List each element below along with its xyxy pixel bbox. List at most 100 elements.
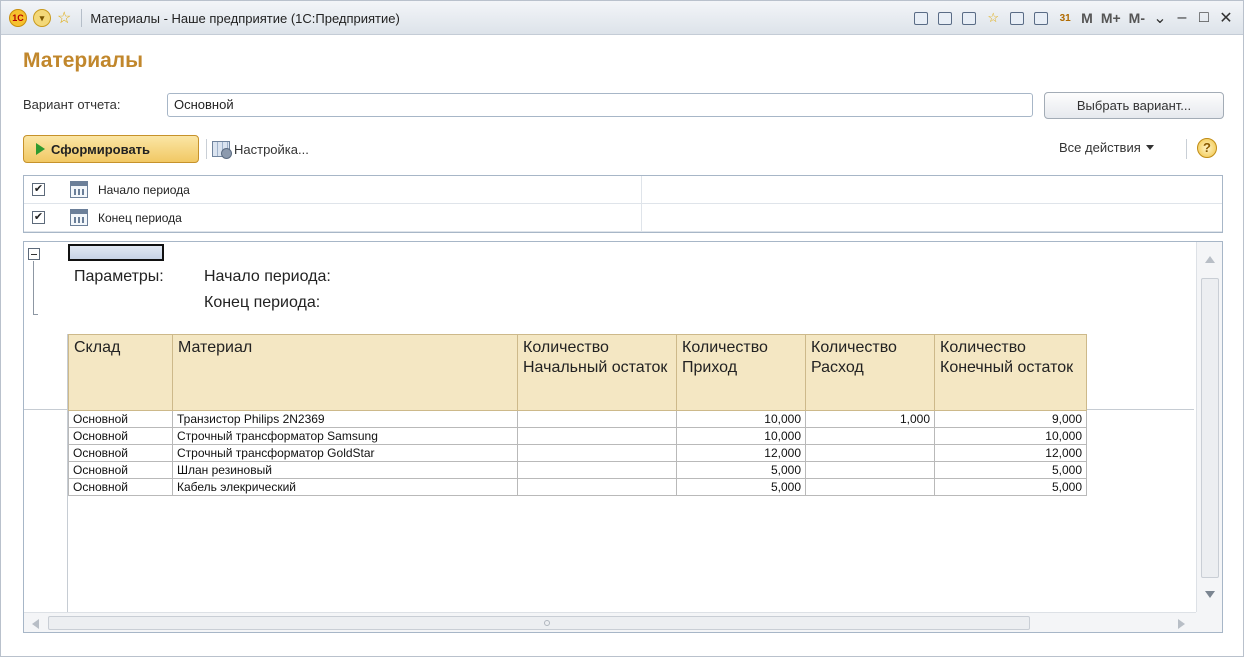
- calculator-icon[interactable]: [1031, 9, 1051, 27]
- column-header: Склад: [68, 334, 173, 411]
- table-cell[interactable]: 12,000: [934, 444, 1087, 462]
- table-cell[interactable]: Строчный трансформатор GoldStar: [172, 444, 518, 462]
- table-row[interactable]: Основной Шлан резиновый 5,000 5,000: [68, 461, 1087, 479]
- main-menu-icon[interactable]: ▾: [33, 9, 51, 27]
- table-cell[interactable]: Основной: [68, 478, 173, 496]
- column-header: Материал: [172, 334, 518, 411]
- group-line-end: [33, 314, 38, 315]
- horizontal-scroll-thumb[interactable]: [48, 616, 1030, 630]
- scroll-corner: [1196, 612, 1222, 632]
- param-label: Начало периода: [98, 183, 190, 197]
- variant-label: Вариант отчета:: [23, 97, 121, 112]
- table-cell[interactable]: Основной: [68, 444, 173, 462]
- param-checkbox[interactable]: ✔: [32, 211, 45, 224]
- settings-button[interactable]: Настройка...: [212, 138, 309, 160]
- close-button[interactable]: ✕: [1215, 8, 1237, 28]
- column-header: Количество Конечный остаток: [934, 334, 1087, 411]
- table-cell[interactable]: [517, 427, 677, 445]
- memory-plus-button[interactable]: M+: [1101, 10, 1121, 26]
- vertical-scrollbar[interactable]: [1196, 242, 1222, 612]
- scroll-right-icon[interactable]: [1178, 619, 1185, 629]
- actions-separator: [1186, 139, 1187, 159]
- report-header-row: Склад Материал Количество Начальный оста…: [68, 334, 1087, 411]
- choose-variant-button[interactable]: Выбрать вариант...: [1044, 92, 1224, 119]
- table-cell[interactable]: [517, 478, 677, 496]
- variant-field[interactable]: Основной: [167, 93, 1033, 117]
- restore-button[interactable]: □: [1193, 9, 1215, 27]
- chevron-down-icon: [1145, 145, 1154, 150]
- table-cell[interactable]: Шлан резиновый: [172, 461, 518, 479]
- help-icon[interactable]: ?: [1197, 138, 1217, 158]
- table-cell[interactable]: 10,000: [676, 427, 806, 445]
- table-cell[interactable]: 5,000: [934, 478, 1087, 496]
- table-cell[interactable]: [805, 478, 935, 496]
- table-row[interactable]: Основной Строчный трансформатор GoldStar…: [68, 444, 1087, 462]
- scroll-grip-icon: [544, 620, 550, 626]
- preview-icon[interactable]: [959, 9, 979, 27]
- print-icon[interactable]: [935, 9, 955, 27]
- all-actions-menu[interactable]: Все действия: [1059, 140, 1154, 155]
- app-window: 1С ▾ ☆ Материалы - Наше предприятие (1С:…: [0, 0, 1244, 657]
- report-param-start: Начало периода:: [204, 268, 331, 285]
- param-checkbox[interactable]: ✔: [32, 183, 45, 196]
- memory-minus-button[interactable]: M-: [1129, 10, 1145, 26]
- table-row[interactable]: Основной Транзистор Philips 2N2369 10,00…: [68, 410, 1087, 428]
- column-header: Количество Расход: [805, 334, 935, 411]
- horizontal-scrollbar[interactable]: [24, 612, 1196, 632]
- table-cell[interactable]: 5,000: [676, 478, 806, 496]
- table-cell[interactable]: [517, 444, 677, 462]
- table-cell[interactable]: 10,000: [934, 427, 1087, 445]
- table-cell[interactable]: 12,000: [676, 444, 806, 462]
- save-icon[interactable]: [911, 9, 931, 27]
- table-row[interactable]: Основной Кабель элекрический 5,000 5,000: [68, 478, 1087, 496]
- param-column-divider: [641, 204, 642, 232]
- table-cell[interactable]: 5,000: [676, 461, 806, 479]
- params-table: ✔ Начало периода ✔ Конец периода: [23, 175, 1223, 233]
- scroll-left-icon[interactable]: [32, 619, 39, 629]
- table-cell[interactable]: Основной: [68, 410, 173, 428]
- table-cell[interactable]: Строчный трансформатор Samsung: [172, 427, 518, 445]
- param-row[interactable]: ✔ Начало периода: [24, 176, 1222, 204]
- table-cell[interactable]: 10,000: [676, 410, 806, 428]
- table-cell[interactable]: [805, 427, 935, 445]
- scroll-down-icon[interactable]: [1205, 591, 1215, 598]
- table-cell[interactable]: [517, 410, 677, 428]
- table-cell[interactable]: 9,000: [934, 410, 1087, 428]
- param-row[interactable]: ✔ Конец периода: [24, 204, 1222, 232]
- table-cell[interactable]: Основной: [68, 427, 173, 445]
- title-bar-left: 1С ▾ ☆ Материалы - Наше предприятие (1С:…: [9, 8, 400, 28]
- report-table: Склад Материал Количество Начальный оста…: [68, 334, 1087, 496]
- table-cell[interactable]: 1,000: [805, 410, 935, 428]
- vertical-scroll-thumb[interactable]: [1201, 278, 1219, 578]
- column-header: Количество Приход: [676, 334, 806, 411]
- table-cell[interactable]: Основной: [68, 461, 173, 479]
- minimize-button[interactable]: –: [1171, 9, 1193, 27]
- add-favorite-icon[interactable]: ☆: [983, 9, 1003, 27]
- all-actions-label: Все действия: [1059, 140, 1141, 155]
- table-cell[interactable]: Кабель элекрический: [172, 478, 518, 496]
- param-label: Конец периода: [98, 211, 182, 225]
- memory-m-button[interactable]: M: [1081, 10, 1093, 26]
- scroll-up-icon[interactable]: [1205, 256, 1215, 263]
- group-line: [33, 261, 34, 315]
- app-logo-icon[interactable]: 1С: [9, 9, 27, 27]
- param-column-divider: [641, 176, 642, 204]
- table-cell[interactable]: Транзистор Philips 2N2369: [172, 410, 518, 428]
- table-cell[interactable]: [517, 461, 677, 479]
- selected-cell[interactable]: [68, 244, 164, 261]
- table-cell[interactable]: [805, 444, 935, 462]
- column-header: Количество Начальный остаток: [517, 334, 677, 411]
- period-calendar-icon: [70, 209, 88, 226]
- table-cell[interactable]: 5,000: [934, 461, 1087, 479]
- table-cell[interactable]: [805, 461, 935, 479]
- settings-icon: [212, 141, 232, 159]
- favorites-list-icon[interactable]: [1007, 9, 1027, 27]
- table-row[interactable]: Основной Строчный трансформатор Samsung …: [68, 427, 1087, 445]
- report-document[interactable]: Параметры: Начало периода: Конец периода…: [23, 241, 1223, 633]
- window-menu-icon[interactable]: ⌄: [1149, 8, 1171, 28]
- favorites-star-icon[interactable]: ☆: [57, 8, 71, 28]
- calendar-icon[interactable]: 31: [1055, 9, 1075, 27]
- period-calendar-icon: [70, 181, 88, 198]
- generate-button[interactable]: Сформировать: [23, 135, 199, 163]
- collapse-group-icon[interactable]: [28, 248, 40, 260]
